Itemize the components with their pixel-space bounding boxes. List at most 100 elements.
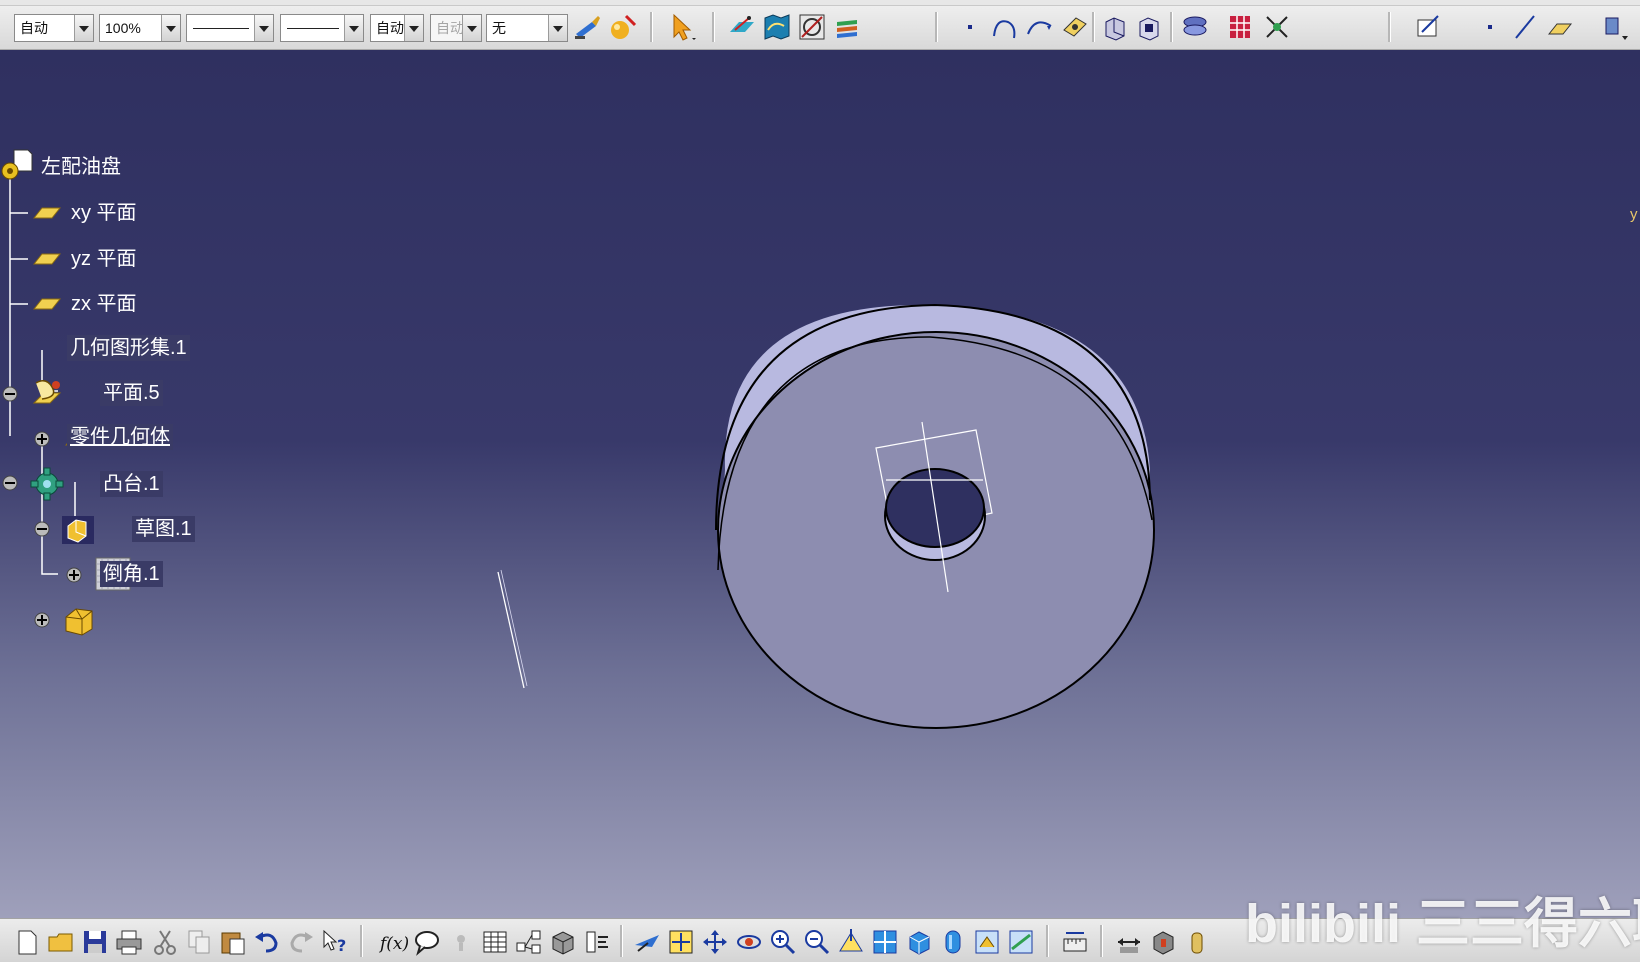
geometrical-set-icon[interactable] xyxy=(30,377,66,411)
normal-view-icon[interactable] xyxy=(836,927,866,957)
plane-icon[interactable] xyxy=(30,198,62,228)
plane-icon[interactable] xyxy=(1060,12,1090,42)
render-style-icon[interactable] xyxy=(938,927,968,957)
fit-all-icon[interactable] xyxy=(666,927,696,957)
open-folder-icon[interactable] xyxy=(46,927,76,957)
point-icon[interactable] xyxy=(955,12,985,42)
expand-icon[interactable] xyxy=(65,566,83,584)
chamfer-icon[interactable] xyxy=(62,603,98,637)
tree-item-xy-plane[interactable]: xy 平面 xyxy=(68,200,140,226)
tree-item-geometrical-set[interactable]: 几何图形集.1 xyxy=(67,335,190,361)
table-icon[interactable] xyxy=(480,927,510,957)
scan-icon[interactable] xyxy=(582,927,612,957)
line-type-dropdown[interactable] xyxy=(186,14,274,42)
sketcher-icon[interactable] xyxy=(1414,12,1444,42)
paint-brush-icon[interactable] xyxy=(572,12,602,42)
measure-inertia-icon[interactable] xyxy=(1148,927,1178,957)
collapse-icon[interactable] xyxy=(33,520,51,538)
toolbar-separator xyxy=(1092,12,1095,42)
chevron-down-icon[interactable] xyxy=(161,15,180,41)
select-arrow-icon[interactable] xyxy=(668,12,698,42)
copy-icon[interactable] xyxy=(184,927,214,957)
redo-icon[interactable] xyxy=(286,927,316,957)
measure-item-icon[interactable] xyxy=(1114,927,1144,957)
sketch-plane-icon[interactable] xyxy=(727,12,757,42)
collapse-icon[interactable] xyxy=(1,385,19,403)
rotate-icon[interactable] xyxy=(734,927,764,957)
chevron-down-icon[interactable] xyxy=(404,15,423,41)
3d-viewport[interactable]: y 左配油盘 xy 平面 yz 平面 zx 平面 几何图形集.1 平面.5 零件… xyxy=(0,50,1640,918)
pan-icon[interactable] xyxy=(700,927,730,957)
toolbar-separator xyxy=(935,12,938,42)
tree-item-sketch[interactable]: 草图.1 xyxy=(132,516,195,542)
tree-item-zx-plane[interactable]: zx 平面 xyxy=(68,291,140,317)
pocket-icon[interactable] xyxy=(1134,12,1164,42)
collapse-icon[interactable] xyxy=(1,474,19,492)
tree-item-pad[interactable]: 凸台.1 xyxy=(100,471,163,497)
shaft-icon[interactable] xyxy=(1180,12,1210,42)
formula-icon[interactable]: f(x) xyxy=(378,927,408,957)
pattern-icon[interactable] xyxy=(1225,12,1255,42)
expand-icon[interactable] xyxy=(33,430,51,448)
line-color-value: 自动 xyxy=(376,20,404,36)
pad-icon[interactable] xyxy=(1100,12,1130,42)
map-icon[interactable] xyxy=(762,12,792,42)
comment-icon[interactable] xyxy=(412,927,442,957)
expand-icon[interactable] xyxy=(33,611,51,629)
constraint-icon[interactable] xyxy=(1262,12,1292,42)
line-color-dropdown[interactable]: 自动 xyxy=(370,14,424,42)
apply-material-icon[interactable] xyxy=(1182,927,1212,957)
swap-view-icon[interactable] xyxy=(1006,927,1036,957)
sketch-analysis-icon[interactable] xyxy=(797,12,827,42)
plane-icon-2[interactable] xyxy=(1545,12,1575,42)
catalog-icon[interactable] xyxy=(548,927,578,957)
tree-item-plane-5[interactable]: 平面.5 xyxy=(100,380,163,406)
knowledge-icon[interactable] xyxy=(446,927,476,957)
chevron-down-icon[interactable] xyxy=(254,15,273,41)
arc-icon[interactable] xyxy=(990,12,1020,42)
toolbar-separator xyxy=(1046,925,1049,957)
measure-icon[interactable] xyxy=(1060,927,1090,957)
pad-icon[interactable] xyxy=(60,514,96,546)
part-body-gear-icon[interactable] xyxy=(28,466,66,502)
chevron-down-icon[interactable] xyxy=(344,15,363,41)
new-file-icon[interactable] xyxy=(12,927,42,957)
cut-icon[interactable] xyxy=(150,927,180,957)
zoom-out-icon[interactable] xyxy=(802,927,832,957)
line-weight-dropdown[interactable]: 自动 xyxy=(430,14,482,42)
zoom-dropdown[interactable]: 100% xyxy=(99,14,181,42)
tree-item-part-body[interactable]: 零件几何体 xyxy=(67,424,173,450)
tree-item-yz-plane[interactable]: yz 平面 xyxy=(68,246,140,272)
iso-view-icon[interactable] xyxy=(904,927,934,957)
toolbar-separator xyxy=(1388,12,1391,42)
paste-icon[interactable] xyxy=(218,927,248,957)
toolbar-separator xyxy=(1100,925,1103,957)
layer-dropdown[interactable]: 无 xyxy=(486,14,568,42)
chevron-down-icon[interactable] xyxy=(74,15,93,41)
multi-view-icon[interactable] xyxy=(870,927,900,957)
spline-icon[interactable] xyxy=(1025,12,1055,42)
point-icon-2[interactable] xyxy=(1475,12,1505,42)
undo-icon[interactable] xyxy=(252,927,282,957)
save-icon[interactable] xyxy=(80,927,110,957)
more-icon[interactable] xyxy=(1600,12,1630,42)
zoom-in-icon[interactable] xyxy=(768,927,798,957)
tree-item-chamfer[interactable]: 倒角.1 xyxy=(100,561,163,587)
plane-icon[interactable] xyxy=(30,289,62,319)
fly-mode-icon[interactable] xyxy=(632,927,662,957)
part-document-icon[interactable] xyxy=(0,147,36,183)
render-mode-dropdown[interactable]: 自动 xyxy=(14,14,94,42)
zoom-value: 100% xyxy=(105,20,141,36)
tree-root-label[interactable]: 左配油盘 xyxy=(38,154,124,180)
line-thickness-dropdown[interactable] xyxy=(280,14,364,42)
material-sphere-icon[interactable] xyxy=(608,12,638,42)
chevron-down-icon[interactable] xyxy=(548,15,567,41)
line-icon[interactable] xyxy=(1510,12,1540,42)
help-whats-this-icon[interactable]: ? xyxy=(320,927,350,957)
plane-icon[interactable] xyxy=(30,244,62,274)
print-icon[interactable] xyxy=(114,927,144,957)
layers-icon[interactable] xyxy=(832,12,862,42)
graph-icon[interactable] xyxy=(514,927,544,957)
chevron-down-icon[interactable] xyxy=(462,15,481,41)
hide-show-icon[interactable] xyxy=(972,927,1002,957)
